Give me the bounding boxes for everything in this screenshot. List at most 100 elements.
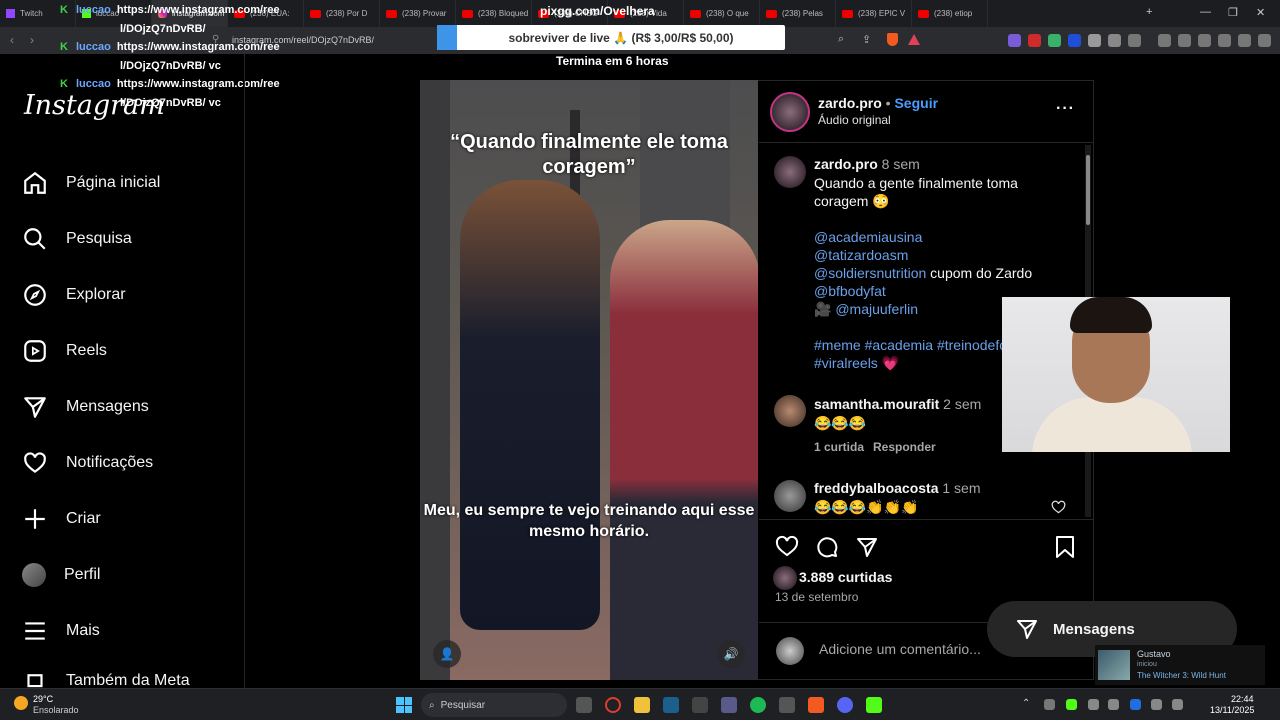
caption-username[interactable]: zardo.pro xyxy=(814,156,878,172)
comment-likes[interactable]: 1 curtida xyxy=(814,440,864,454)
browser-tab[interactable]: (238) Provar xyxy=(380,0,456,27)
chevron-up-icon[interactable]: ⌃ xyxy=(1022,698,1030,709)
forward-icon[interactable]: › xyxy=(30,33,34,47)
sidebar-toggle-icon[interactable] xyxy=(1178,34,1191,47)
comment-input[interactable]: Adicione um comentário... xyxy=(819,641,981,657)
kick-icon[interactable] xyxy=(866,697,882,713)
discord-icon[interactable] xyxy=(837,697,853,713)
clock-date[interactable]: 13/11/2025 xyxy=(1210,705,1254,715)
new-tab-button[interactable]: + xyxy=(1146,6,1152,18)
extension-icon[interactable] xyxy=(1048,34,1061,47)
sidebar-item-explore[interactable]: Explorar xyxy=(22,282,126,308)
mention-link[interactable]: @soldiersnutrition xyxy=(814,265,926,281)
wallet-icon[interactable] xyxy=(1128,34,1141,47)
opera-icon[interactable] xyxy=(605,697,621,713)
browser-tab[interactable]: (238) EPIC V xyxy=(836,0,912,27)
more-options-icon[interactable]: ··· xyxy=(1056,100,1075,118)
audio-label[interactable]: Áudio original xyxy=(818,113,891,127)
browser-tab[interactable]: (238) Bloqued xyxy=(456,0,532,27)
tray-icon[interactable] xyxy=(1088,699,1099,710)
browser-tab[interactable]: (238) O que xyxy=(684,0,760,27)
author-avatar[interactable] xyxy=(770,92,810,132)
media-icon[interactable] xyxy=(1158,34,1171,47)
back-icon[interactable]: ‹ xyxy=(10,33,14,47)
sidebar-item-search[interactable]: Pesquisa xyxy=(22,226,132,252)
app-icon[interactable] xyxy=(721,697,737,713)
author-avatar[interactable] xyxy=(774,156,806,188)
share-icon[interactable]: ⇪ xyxy=(862,33,871,46)
sidebar-item-create[interactable]: Criar xyxy=(22,506,101,532)
like-icon[interactable] xyxy=(775,535,799,557)
leo-ai-icon[interactable] xyxy=(1218,34,1231,47)
extensions-puzzle-icon[interactable] xyxy=(1108,34,1121,47)
sidebar-item-notifications[interactable]: Notificações xyxy=(22,450,153,476)
sidebar-item-home[interactable]: Página inicial xyxy=(22,170,160,196)
commenter-avatar[interactable] xyxy=(774,480,806,512)
extension-icon[interactable] xyxy=(1088,34,1101,47)
app-icon[interactable] xyxy=(779,697,795,713)
comment-like-icon[interactable] xyxy=(1051,500,1066,514)
brave-shield-icon[interactable] xyxy=(887,33,898,46)
minimize-button[interactable]: — xyxy=(1200,6,1211,18)
tray-icon[interactable] xyxy=(1044,699,1055,710)
mention-link[interactable]: @bfbodyfat xyxy=(814,282,886,300)
sidebar-item-more[interactable]: Mais xyxy=(22,618,100,644)
save-icon[interactable] xyxy=(1054,535,1076,559)
close-window-button[interactable]: ✕ xyxy=(1256,6,1265,19)
maximize-button[interactable]: ❐ xyxy=(1228,6,1238,19)
liker-avatar[interactable] xyxy=(773,566,797,590)
sidebar-item-label: Reels xyxy=(66,342,107,359)
extension-icon[interactable] xyxy=(1068,34,1081,47)
weather-icon[interactable] xyxy=(14,696,28,710)
bluetooth-icon[interactable] xyxy=(1130,699,1141,710)
extension-icon[interactable] xyxy=(1008,34,1021,47)
brave-rewards-icon[interactable] xyxy=(908,34,920,45)
sidebar-item-profile[interactable]: Perfil xyxy=(22,563,100,587)
browser-tab[interactable]: (238) etiop xyxy=(912,0,988,27)
tray-icon[interactable] xyxy=(1108,699,1119,710)
mention-link[interactable]: @tatizardoasm xyxy=(814,246,908,264)
hashtag-link[interactable]: #viralreels xyxy=(814,355,878,371)
comment-username[interactable]: samantha.mourafit xyxy=(814,396,939,412)
browser-tab[interactable]: (238) Pelas xyxy=(760,0,836,27)
steam-icon[interactable] xyxy=(663,697,679,713)
author-username[interactable]: zardo.pro xyxy=(818,95,882,111)
brave-icon[interactable] xyxy=(808,697,824,713)
task-view-icon[interactable] xyxy=(576,697,592,713)
file-explorer-icon[interactable] xyxy=(634,697,650,713)
browser-tab[interactable]: (238) Por D xyxy=(304,0,380,27)
spotify-icon[interactable] xyxy=(750,697,766,713)
mention-link[interactable]: @academiausina xyxy=(814,228,922,246)
volume-icon[interactable]: 🔊 xyxy=(717,640,745,668)
taskbar-search[interactable]: ⌕ Pesquisar xyxy=(421,693,567,717)
clock-time[interactable]: 22:44 xyxy=(1231,694,1254,704)
vpn-icon[interactable] xyxy=(1238,34,1251,47)
scrollbar-thumb[interactable] xyxy=(1086,155,1090,225)
likes-count[interactable]: 3.889 curtidas xyxy=(799,569,892,585)
volume-icon[interactable] xyxy=(1172,699,1183,710)
reel-video[interactable]: “Quando finalmente ele toma coragem” Meu… xyxy=(420,80,758,680)
weather-temp[interactable]: 29°C xyxy=(33,694,53,704)
commenter-avatar[interactable] xyxy=(774,395,806,427)
extension-icon[interactable] xyxy=(1028,34,1041,47)
mention-link[interactable]: @majuuferlin xyxy=(835,301,918,317)
follow-button[interactable]: Seguir xyxy=(894,95,938,111)
comment-username[interactable]: freddybalboacosta xyxy=(814,480,938,496)
weather-desc[interactable]: Ensolarado xyxy=(33,705,79,715)
reply-button[interactable]: Responder xyxy=(873,440,936,454)
browser-menu-icon[interactable] xyxy=(1258,34,1271,47)
comment-icon[interactable] xyxy=(815,535,839,559)
instagram-logo[interactable]: Instagram xyxy=(24,90,165,121)
hashtags[interactable]: #meme #academia #treinodeforça xyxy=(814,336,1026,354)
sidebar-item-reels[interactable]: Reels xyxy=(22,338,107,364)
wallet-icon[interactable] xyxy=(1198,34,1211,47)
tray-icon[interactable] xyxy=(1066,699,1077,710)
app-icon[interactable] xyxy=(692,697,708,713)
sidebar-item-messages[interactable]: Mensagens xyxy=(22,394,149,420)
mic-icon[interactable] xyxy=(1151,699,1162,710)
share-icon[interactable] xyxy=(855,535,879,559)
start-icon[interactable] xyxy=(396,697,412,713)
zoom-icon[interactable]: ⌕ xyxy=(838,33,844,46)
sidebar-item-meta[interactable]: Também da Meta xyxy=(22,672,190,688)
tagged-user-icon[interactable]: 👤 xyxy=(433,640,461,668)
